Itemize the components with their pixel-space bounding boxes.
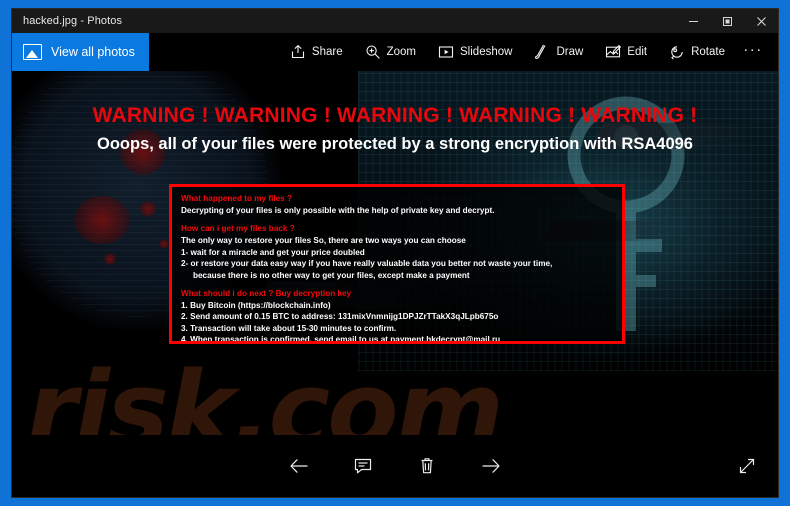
note-section-body: 1- wait for a miracle and get your price… — [181, 247, 365, 257]
previous-image-button[interactable] — [280, 447, 318, 485]
close-button[interactable] — [744, 9, 778, 33]
window-title: hacked.jpg - Photos — [23, 15, 123, 27]
slideshow-icon — [438, 44, 454, 60]
window-controls — [676, 9, 778, 33]
red-blob — [104, 253, 116, 265]
rotate-label: Rotate — [691, 46, 725, 58]
note-section-heading: What happened to my files ? — [181, 194, 292, 203]
draw-icon — [534, 44, 550, 60]
zoom-label: Zoom — [386, 46, 417, 58]
fullscreen-button[interactable] — [730, 451, 764, 485]
share-icon — [290, 44, 306, 60]
arrow-right-icon — [480, 455, 502, 477]
note-section-body: The only way to restore your files So, t… — [181, 236, 466, 246]
share-label: Share — [311, 46, 343, 58]
edit-button[interactable]: Edit — [594, 33, 658, 71]
rotate-button[interactable]: Rotate — [658, 33, 736, 71]
red-blob — [74, 196, 130, 244]
note-step: 4. When transaction is confirmed, send e… — [181, 335, 501, 344]
note-step: 3. Transaction will take about 15-30 min… — [181, 323, 397, 333]
note-step: 2. Send amount of 0.15 BTC to address: 1… — [181, 312, 499, 322]
zoom-icon — [365, 44, 381, 60]
comment-button[interactable] — [344, 447, 382, 485]
photo-viewer-stage[interactable]: risk.com WARNING ! WARNING ! WARNING ! W… — [12, 71, 778, 497]
trash-icon — [417, 456, 437, 476]
red-blob — [159, 239, 169, 249]
red-blob — [140, 201, 156, 217]
rotate-icon — [669, 44, 685, 60]
ransom-note-box: What happened to my files ? Decrypting o… — [169, 184, 625, 344]
view-all-photos-button[interactable]: View all photos — [12, 33, 149, 71]
draw-button[interactable]: Draw — [523, 33, 594, 71]
bottom-navigation-bar — [12, 435, 778, 497]
minimize-button[interactable] — [676, 9, 710, 33]
encryption-subtitle: Ooops, all of your files were protected … — [97, 135, 693, 153]
edit-label: Edit — [627, 46, 648, 58]
share-button[interactable]: Share — [279, 33, 354, 71]
warning-headline: WARNING ! WARNING ! WARNING ! WARNING ! … — [92, 104, 698, 127]
slideshow-label: Slideshow — [460, 46, 513, 58]
expand-diagonal-icon — [737, 456, 757, 481]
next-image-button[interactable] — [472, 447, 510, 485]
app-toolbar: View all photos Share Zoom Slideshow Dra… — [12, 33, 778, 71]
note-section-body: 2- or restore your data easy way if you … — [181, 259, 553, 269]
arrow-left-icon — [288, 455, 310, 477]
edit-icon — [605, 44, 622, 60]
toolbar-actions: Share Zoom Slideshow Draw Edit Rotate ··… — [279, 33, 778, 71]
note-section-body: Decrypting of your files is only possibl… — [181, 206, 495, 215]
title-bar[interactable]: hacked.jpg - Photos — [12, 9, 778, 33]
comment-icon — [353, 456, 373, 476]
desktop-background: hacked.jpg - Photos View all photos Shar… — [0, 0, 790, 506]
zoom-button[interactable]: Zoom — [354, 33, 427, 71]
ransomware-wallpaper-image: risk.com WARNING ! WARNING ! WARNING ! W… — [12, 71, 778, 456]
note-spacer — [181, 281, 614, 288]
draw-label: Draw — [556, 46, 584, 58]
restore-button[interactable] — [710, 9, 744, 33]
photo-collection-icon — [23, 44, 42, 60]
photos-app-window: hacked.jpg - Photos View all photos Shar… — [11, 8, 779, 498]
note-spacer — [181, 216, 614, 223]
note-section-heading: How can i get my files back ? — [181, 224, 295, 234]
note-step: 1. Buy Bitcoin (https://blockchain.info) — [181, 301, 331, 311]
note-section-heading: What should i do next ? Buy decryption k… — [181, 289, 352, 299]
more-options-button[interactable]: ··· — [736, 33, 770, 71]
slideshow-button[interactable]: Slideshow — [427, 33, 523, 71]
note-section-body: because there is no other way to get you… — [193, 270, 470, 280]
delete-button[interactable] — [408, 447, 446, 485]
view-all-photos-label: View all photos — [51, 45, 135, 59]
